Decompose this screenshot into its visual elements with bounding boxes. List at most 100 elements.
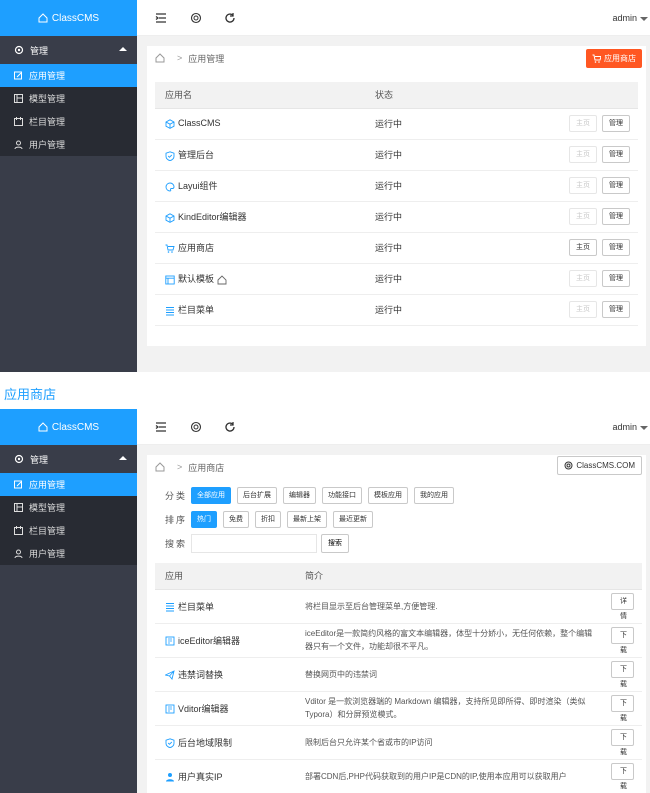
app-name: iceEditor编辑器 xyxy=(178,635,241,646)
app-name: 栏目菜单 xyxy=(178,305,215,315)
table-row: KindEditor编辑器 运行中 主页 管理 xyxy=(155,201,638,233)
globe-icon[interactable] xyxy=(190,12,202,24)
filter-label-category: 分类 xyxy=(165,490,188,501)
app-store-screen: ClassCMS admin 管理 应用管理 模型管理 栏目管理 用户管理 > … xyxy=(0,409,650,793)
download-button[interactable]: 下载 xyxy=(611,660,634,688)
app-summary: 部署CDN后,PHP代码获取到的用户IP是CDN的IP,使用本应用可以获取用户 xyxy=(295,759,596,793)
category-chip[interactable]: 我的应用 xyxy=(414,486,454,504)
sidebar-item-users[interactable]: 用户管理 xyxy=(0,133,137,156)
sort-chip[interactable]: 热门 xyxy=(191,510,217,528)
logo-text: ClassCMS xyxy=(51,421,100,433)
sidebar-item-label: 模型管理 xyxy=(29,94,66,104)
table-row: 用户真实IP 部署CDN后,PHP代码获取到的用户IP是CDN的IP,使用本应用可… xyxy=(155,759,642,793)
plane-icon xyxy=(165,670,175,681)
search-input[interactable] xyxy=(191,533,317,553)
sidebar-item-channels[interactable]: 栏目管理 xyxy=(0,110,137,133)
app-name: 后台地域限制 xyxy=(178,737,233,748)
logo[interactable]: ClassCMS xyxy=(0,409,137,445)
shield-icon xyxy=(165,738,175,749)
category-chip[interactable]: 模板应用 xyxy=(368,486,408,504)
menu-toggle-icon[interactable] xyxy=(155,421,167,433)
app-store-button-label: 应用商店 xyxy=(604,54,636,63)
sort-chip[interactable]: 最近更新 xyxy=(333,510,373,528)
sidebar-group-manage[interactable]: 管理 xyxy=(0,445,137,473)
sidebar-item-label: 模型管理 xyxy=(29,503,66,513)
template-icon xyxy=(165,275,175,285)
app-name: ClassCMS xyxy=(178,118,221,129)
breadcrumb: > 应用商店 ClassCMS.COM xyxy=(147,455,646,479)
sort-chip[interactable]: 免费 xyxy=(223,510,249,528)
globe-icon[interactable] xyxy=(190,421,202,433)
cart-icon xyxy=(165,244,175,253)
refresh-icon[interactable] xyxy=(224,12,236,24)
sort-chip[interactable]: 折扣 xyxy=(255,510,281,528)
app-store-button[interactable]: 应用商店 xyxy=(586,49,642,68)
app-name-cell: KindEditor编辑器 xyxy=(155,201,365,233)
menu-icon xyxy=(166,306,174,316)
manage-button[interactable]: 管理 xyxy=(602,270,630,287)
sidebar-item-users[interactable]: 用户管理 xyxy=(0,542,137,565)
app-name: 管理后台 xyxy=(178,150,215,160)
sidebar-item-models[interactable]: 模型管理 xyxy=(0,87,137,110)
store-table: 应用 简介 栏目菜单 将栏目显示至后台管理菜单,方便管理. 详情 iceEditor编… xyxy=(155,563,642,793)
home-icon[interactable] xyxy=(155,53,165,63)
download-button[interactable]: 下载 xyxy=(611,626,634,654)
breadcrumb-current: 应用商店 xyxy=(188,462,225,473)
category-chip[interactable]: 编辑器 xyxy=(283,486,316,504)
home-button[interactable]: 主页 xyxy=(569,177,597,194)
top-bar: admin xyxy=(137,0,650,36)
palette-icon xyxy=(165,182,175,192)
user-icon xyxy=(14,140,23,149)
sidebar-item-apps[interactable]: 应用管理 xyxy=(0,64,137,87)
sidebar-item-apps[interactable]: 应用管理 xyxy=(0,473,137,496)
user-menu[interactable]: admin xyxy=(612,422,648,432)
manage-button[interactable]: 管理 xyxy=(602,146,630,163)
model-icon xyxy=(14,94,23,103)
classcms-site-button[interactable]: ClassCMS.COM xyxy=(557,456,642,475)
download-button[interactable]: 详情 xyxy=(611,592,634,620)
download-button[interactable]: 下载 xyxy=(611,762,634,790)
sidebar-item-channels[interactable]: 栏目管理 xyxy=(0,519,137,542)
table-row: iceEditor编辑器 iceEditor是一款简约风格的富文本编辑器，体型十分… xyxy=(155,623,642,658)
menu-icon xyxy=(166,603,174,612)
sidebar-group-label: 管理 xyxy=(30,45,49,56)
home-button[interactable]: 主页 xyxy=(569,301,597,318)
table-row: 默认模板 运行中 主页 管理 xyxy=(155,263,638,295)
manage-button[interactable]: 管理 xyxy=(602,177,630,194)
sort-chip[interactable]: 最新上架 xyxy=(287,510,327,528)
refresh-icon[interactable] xyxy=(224,421,236,433)
sidebar-item-label: 应用管理 xyxy=(29,480,66,490)
category-chip[interactable]: 后台扩展 xyxy=(237,486,277,504)
manage-button[interactable]: 管理 xyxy=(602,301,630,318)
download-button[interactable]: 下载 xyxy=(611,694,634,722)
column-header-summary: 简介 xyxy=(295,563,596,590)
sidebar-group-manage[interactable]: 管理 xyxy=(0,36,137,64)
status-cell: 运行中 xyxy=(365,294,449,326)
app-name-cell: Layui组件 xyxy=(155,170,365,202)
download-button[interactable]: 下载 xyxy=(611,728,634,756)
home-button[interactable]: 主页 xyxy=(569,208,597,225)
search-button[interactable]: 搜索 xyxy=(321,533,349,553)
category-chip[interactable]: 全部应用 xyxy=(191,486,231,504)
user-menu[interactable]: admin xyxy=(612,13,648,23)
home-button[interactable]: 主页 xyxy=(569,146,597,163)
table-row: ClassCMS 运行中 主页 管理 xyxy=(155,108,638,140)
home-button[interactable]: 主页 xyxy=(569,270,597,287)
manage-button[interactable]: 管理 xyxy=(602,239,630,256)
home-icon[interactable] xyxy=(155,462,165,472)
menu-toggle-icon[interactable] xyxy=(155,12,167,24)
logo[interactable]: ClassCMS xyxy=(0,0,137,36)
edit-icon xyxy=(14,480,22,489)
manage-button[interactable]: 管理 xyxy=(602,208,630,225)
app-name-cell: 栏目菜单 xyxy=(155,589,295,624)
home-button[interactable]: 主页 xyxy=(569,239,597,256)
home-button[interactable]: 主页 xyxy=(569,115,597,132)
manage-button[interactable]: 管理 xyxy=(602,115,630,132)
sidebar: 管理 应用管理 模型管理 栏目管理 用户管理 xyxy=(0,445,137,793)
user-name: admin xyxy=(612,13,637,23)
user-name: admin xyxy=(612,422,637,432)
status-cell: 运行中 xyxy=(365,232,449,264)
caret-down-icon xyxy=(640,425,648,430)
sidebar-item-models[interactable]: 模型管理 xyxy=(0,496,137,519)
category-chip[interactable]: 功能接口 xyxy=(322,486,362,504)
